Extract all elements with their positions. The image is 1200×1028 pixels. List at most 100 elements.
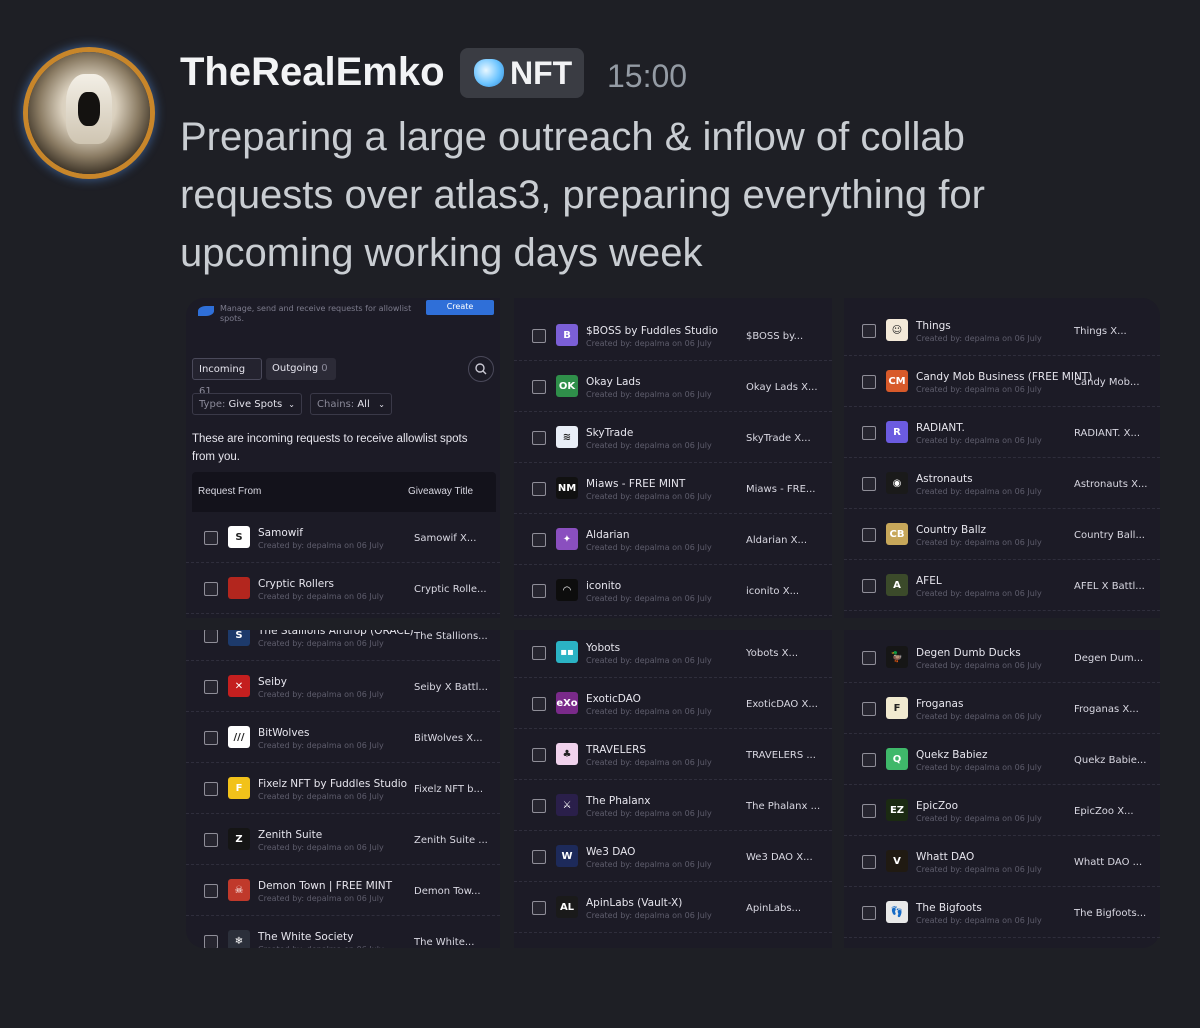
row-checkbox[interactable] [532,380,546,394]
row-checkbox[interactable] [204,782,218,796]
giveaway-title[interactable]: The Stallions... [414,631,488,642]
table-row[interactable]: Q Quekz Babiez Created by: depalma on 06… [844,734,1160,785]
row-checkbox[interactable] [862,855,876,869]
table-row[interactable]: CB Country Ballz Created by: depalma on … [844,509,1160,560]
giveaway-title[interactable]: iconito X... [746,586,799,597]
row-checkbox[interactable] [204,731,218,745]
table-row[interactable]: S Samowif Created by: depalma on 06 July… [186,512,500,563]
row-checkbox[interactable] [532,748,546,762]
giveaway-title[interactable]: Zenith Suite ... [414,835,488,846]
table-row[interactable]: eXo ExoticDAO Created by: depalma on 06 … [514,678,832,729]
row-checkbox[interactable] [204,884,218,898]
row-checkbox[interactable] [204,680,218,694]
username[interactable]: TheRealEmko [180,50,445,95]
table-row[interactable]: ✕ Seiby Created by: depalma on 06 July S… [186,661,500,712]
table-row[interactable]: ◠ iconito Created by: depalma on 06 July… [514,565,832,616]
table-row[interactable]: EZ EpicZoo Created by: depalma on 06 Jul… [844,785,1160,836]
giveaway-title[interactable]: $BOSS by... [746,331,803,342]
row-checkbox[interactable] [204,531,218,545]
giveaway-title[interactable]: Degen Dum... [1074,653,1143,664]
message-timestamp[interactable]: 15:00 [607,58,687,95]
user-avatar[interactable] [28,52,150,174]
table-row[interactable]: NM Miaws - FREE MINT Created by: depalma… [514,463,832,514]
table-row[interactable]: W We3 DAO Created by: depalma on 06 July… [514,831,832,882]
row-checkbox[interactable] [532,850,546,864]
giveaway-title[interactable]: Whatt DAO ... [1074,857,1142,868]
row-checkbox[interactable] [862,579,876,593]
row-checkbox[interactable] [862,375,876,389]
row-checkbox[interactable] [204,630,218,643]
row-checkbox[interactable] [532,799,546,813]
row-checkbox[interactable] [862,528,876,542]
row-checkbox[interactable] [532,533,546,547]
giveaway-title[interactable]: SkyTrade X... [746,433,811,444]
giveaway-title[interactable]: Demon Tow... [414,886,481,897]
row-checkbox[interactable] [204,582,218,596]
table-row[interactable]: 🦆 Degen Dumb Ducks Created by: depalma o… [844,632,1160,683]
row-checkbox[interactable] [862,906,876,920]
giveaway-title[interactable]: Seiby X Battl... [414,682,488,693]
giveaway-title[interactable]: The Phalanx ... [746,801,820,812]
row-checkbox[interactable] [204,833,218,847]
table-row[interactable]: AL ApinLabs (Vault-X) Created by: depalm… [514,882,832,933]
row-checkbox[interactable] [204,935,218,948]
row-checkbox[interactable] [532,329,546,343]
giveaway-title[interactable]: We3 DAO X... [746,852,813,863]
table-row[interactable]: ☺ Things Created by: depalma on 06 July … [844,305,1160,356]
giveaway-title[interactable]: Okay Lads X... [746,382,818,393]
table-row[interactable]: CM Candy Mob Business (FREE MINT) Create… [844,356,1160,407]
giveaway-title[interactable]: ExoticDAO X... [746,699,818,710]
table-row[interactable]: V Whatt DAO Created by: depalma on 06 Ju… [844,836,1160,887]
table-row[interactable]: ❄ The White Society Created by: depalma … [186,916,500,948]
giveaway-title[interactable]: Things X... [1074,326,1127,337]
table-row[interactable]: A AFEL Created by: depalma on 06 July AF… [844,560,1160,611]
table-row[interactable]: ▪▪ Yobots Created by: depalma on 06 July… [514,630,832,678]
row-checkbox[interactable] [532,697,546,711]
table-row[interactable]: F Fixelz NFT by Fuddles Studio Created b… [186,763,500,814]
table-row[interactable]: F Froganas Created by: depalma on 06 Jul… [844,683,1160,734]
giveaway-title[interactable]: Aldarian X... [746,535,807,546]
row-checkbox[interactable] [532,646,546,660]
giveaway-title[interactable]: ApinLabs... [746,903,801,914]
giveaway-title[interactable]: AFEL X Battl... [1074,581,1145,592]
giveaway-title[interactable]: EpicZoo X... [1074,806,1134,817]
table-row[interactable]: ♣ TRAVELERS Created by: depalma on 06 Ju… [514,729,832,780]
table-row[interactable]: ⚔ The Phalanx Created by: depalma on 06 … [514,780,832,831]
row-checkbox[interactable] [532,584,546,598]
giveaway-title[interactable]: Quekz Babie... [1074,755,1146,766]
giveaway-title[interactable]: Yobots X... [746,648,798,659]
row-checkbox[interactable] [532,482,546,496]
giveaway-title[interactable]: RADIANT. X... [1074,428,1140,439]
giveaway-title[interactable]: Cryptic Rolle... [414,584,487,595]
giveaway-title[interactable]: The Bigfoots... [1074,908,1146,919]
role-badge[interactable]: NFT [460,48,584,98]
row-checkbox[interactable] [532,431,546,445]
table-row[interactable]: B $BOSS by Fuddles Studio Created by: de… [514,310,832,361]
row-checkbox[interactable] [862,702,876,716]
table-row[interactable]: 👣 The Bigfoots Created by: depalma on 06… [844,887,1160,938]
table-row[interactable]: Cryptic Rollers Created by: depalma on 0… [186,563,500,614]
giveaway-title[interactable]: The White... [414,937,474,948]
row-checkbox[interactable] [862,477,876,491]
row-checkbox[interactable] [862,753,876,767]
giveaway-title[interactable]: Astronauts X... [1074,479,1147,490]
table-row[interactable]: S The Stallions Airdrop (ORACL) Created … [186,630,500,661]
giveaway-title[interactable]: Country Ball... [1074,530,1145,541]
table-row[interactable]: ◉ Astronauts Created by: depalma on 06 J… [844,458,1160,509]
table-row[interactable]: Z Zenith Suite Created by: depalma on 06… [186,814,500,865]
row-checkbox[interactable] [862,324,876,338]
row-checkbox[interactable] [532,901,546,915]
giveaway-title[interactable]: Candy Mob... [1074,377,1140,388]
giveaway-title[interactable]: BitWolves X... [414,733,483,744]
table-row[interactable]: ≋ SkyTrade Created by: depalma on 06 Jul… [514,412,832,463]
row-checkbox[interactable] [862,804,876,818]
table-row[interactable]: /// BitWolves Created by: depalma on 06 … [186,712,500,763]
giveaway-title[interactable]: Samowif X... [414,533,476,544]
giveaway-title[interactable]: Fixelz NFT b... [414,784,483,795]
row-checkbox[interactable] [862,426,876,440]
row-checkbox[interactable] [862,651,876,665]
table-row[interactable]: ☠ Demon Town | FREE MINT Created by: dep… [186,865,500,916]
giveaway-title[interactable]: Miaws - FRE... [746,484,815,495]
giveaway-title[interactable]: Froganas X... [1074,704,1139,715]
table-row[interactable]: R RADIANT. Created by: depalma on 06 Jul… [844,407,1160,458]
